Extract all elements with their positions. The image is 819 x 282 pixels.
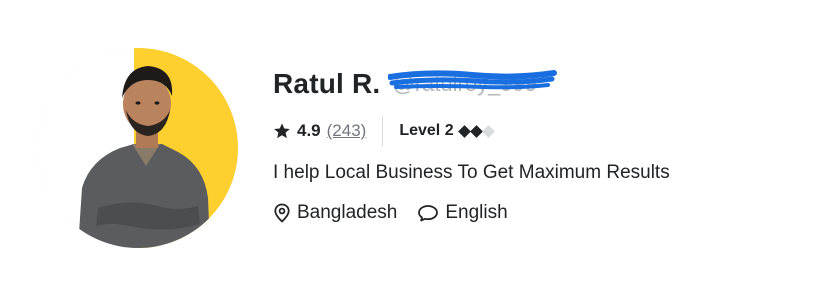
seller-name[interactable]: Ratul R. — [273, 68, 380, 100]
divider — [382, 116, 384, 146]
location-text: Bangladesh — [297, 202, 398, 223]
meta-row: Bangladesh English — [273, 202, 670, 224]
level-progress — [457, 124, 495, 138]
seller-handle: @ratulroy_999 — [388, 70, 558, 97]
language-item: English — [417, 202, 508, 224]
diamond-icon — [481, 124, 495, 138]
redaction-scribble — [388, 70, 558, 90]
star-icon — [274, 123, 290, 139]
name-row: Ratul R. @ratulroy_999 — [273, 64, 670, 104]
location-item: Bangladesh — [273, 202, 397, 224]
language-text: English — [445, 202, 508, 223]
diamond-icon — [457, 124, 471, 138]
seller-tagline: I help Local Business To Get Maximum Res… — [273, 162, 670, 183]
review-count-link[interactable]: (243) — [327, 121, 367, 141]
rating-score: 4.9 — [297, 121, 321, 140]
profile-info: Ratul R. @ratulroy_999 4.9 (243) Level 2… — [273, 64, 670, 224]
diamond-icon — [469, 124, 483, 138]
location-pin-icon — [274, 203, 290, 223]
rating-row: 4.9 (243) Level 2 — [273, 116, 670, 146]
avatar-photo — [38, 48, 238, 248]
avatar[interactable] — [38, 48, 238, 248]
chat-bubble-icon — [418, 205, 439, 222]
seller-level: Level 2 — [399, 122, 454, 139]
